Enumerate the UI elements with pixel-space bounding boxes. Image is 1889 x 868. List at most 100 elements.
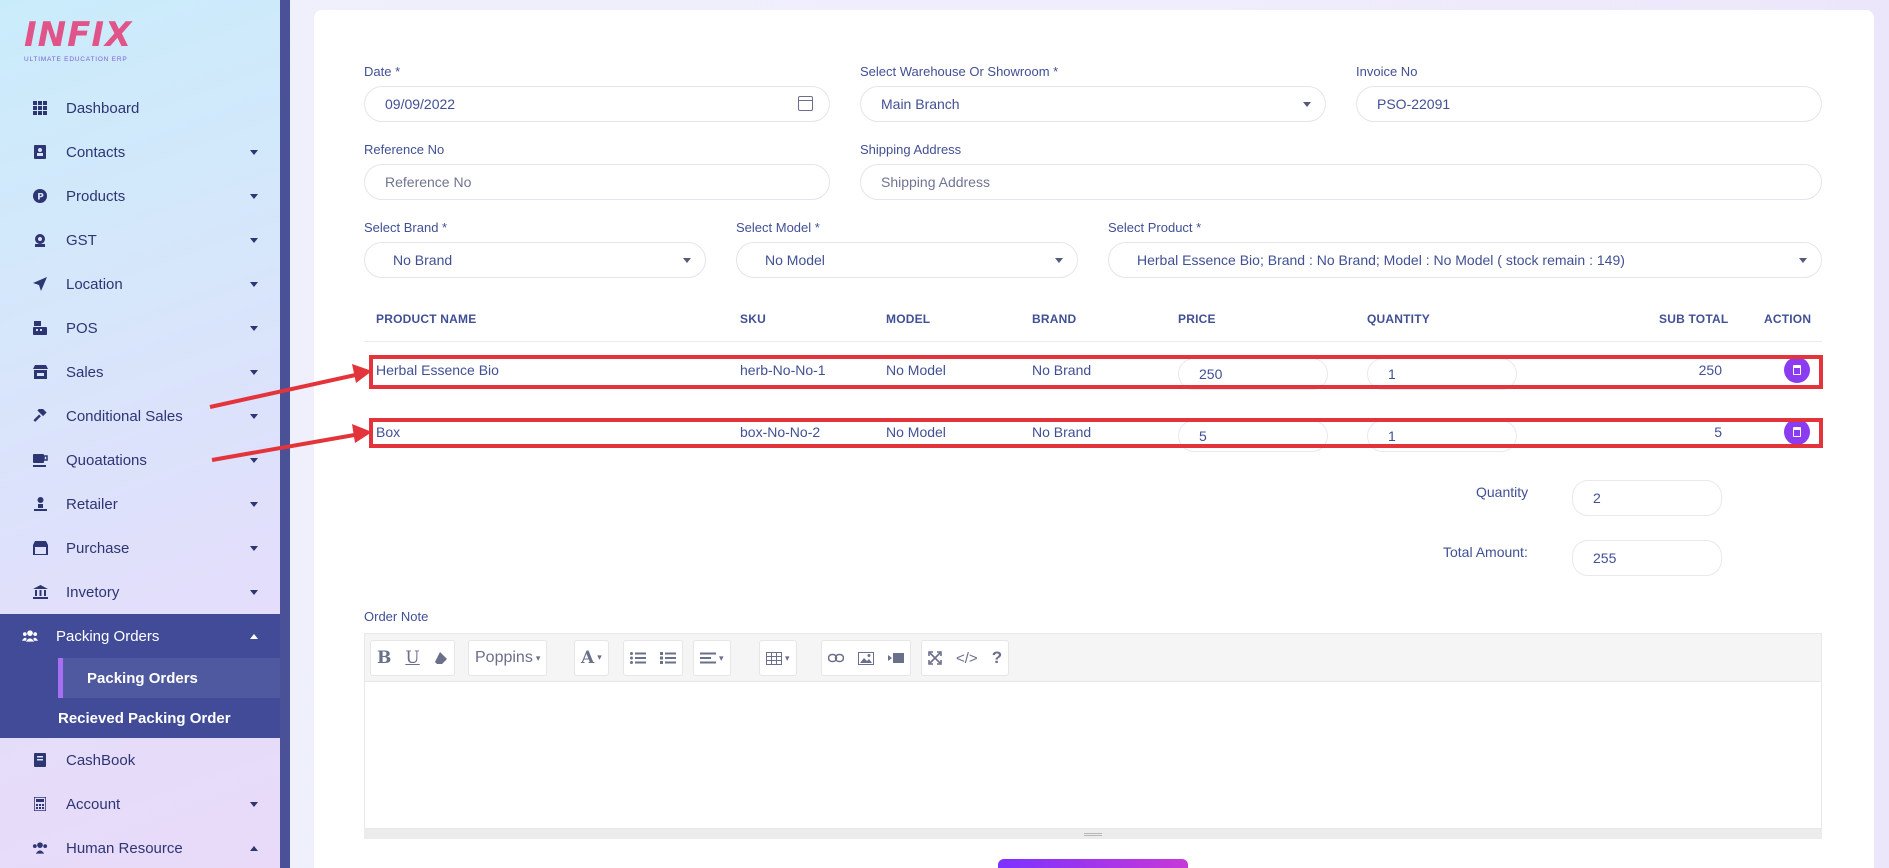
ordered-list-icon[interactable] — [660, 652, 676, 664]
table-header-divider — [364, 341, 1822, 342]
logo-text: INFIX — [24, 15, 133, 55]
code-view-icon[interactable]: </> — [956, 650, 978, 667]
highlight-box — [369, 355, 1823, 389]
sidebar-item-label: Conditional Sales — [66, 407, 183, 425]
font-color-icon[interactable]: A ▾ — [581, 648, 602, 668]
sidebar-item-label: POS — [66, 319, 98, 337]
sidebar-item-contacts[interactable]: Contacts — [0, 130, 280, 174]
sidebar-item-cashbook[interactable]: CashBook — [0, 738, 280, 782]
toolbar-group-view: </> ? — [921, 640, 1010, 676]
calendar-icon[interactable] — [798, 96, 813, 111]
video-icon[interactable] — [888, 653, 904, 663]
sidebar-item-label: Human Resource — [66, 839, 183, 857]
sidebar-item-sales[interactable]: Sales — [0, 350, 280, 394]
sidebar-item-location[interactable]: Location — [0, 262, 280, 306]
sidebar-item-pos[interactable]: POS — [0, 306, 280, 350]
sidebar-item-label: Location — [66, 275, 123, 293]
sidebar-item-gst[interactable]: GST — [0, 218, 280, 262]
calculator-icon — [32, 796, 48, 812]
sidebar-item-label: Products — [66, 187, 126, 205]
table-icon[interactable]: ▾ — [766, 651, 790, 665]
reference-input[interactable]: Reference No — [364, 164, 830, 200]
model-label: Select Model * — [736, 220, 820, 235]
font-color-select[interactable]: A ▾ — [574, 640, 609, 676]
chevron-down-icon — [250, 282, 258, 287]
column-header-price: PRICE — [1178, 312, 1216, 326]
bold-icon[interactable]: B — [377, 648, 391, 668]
users-icon — [32, 840, 48, 856]
sidebar-item-products[interactable]: P Products — [0, 174, 280, 218]
sidebar-item-dashboard[interactable]: Dashboard — [0, 86, 280, 130]
shipping-input[interactable]: Shipping Address — [860, 164, 1822, 200]
gavel-icon — [32, 408, 48, 424]
model-select[interactable]: No Model — [736, 242, 1078, 278]
reference-label: Reference No — [364, 142, 445, 157]
sidebar-subitem-packing-orders[interactable]: Packing Orders — [58, 658, 280, 698]
unordered-list-icon[interactable] — [630, 652, 646, 664]
font-family-value: Poppins ▾ — [475, 649, 541, 666]
sidebar-item-packing-orders[interactable]: Packing Orders — [0, 614, 280, 658]
shipping-placeholder: Shipping Address — [881, 174, 990, 190]
total-amount-field[interactable]: 255 — [1572, 540, 1722, 576]
total-quantity-value: 2 — [1593, 490, 1601, 506]
total-quantity-field[interactable]: 2 — [1572, 480, 1722, 516]
image-icon[interactable] — [858, 651, 874, 665]
grid-icon — [32, 100, 48, 116]
contacts-icon — [32, 144, 48, 160]
sidebar-nav: Dashboard Contacts P Products GST Locati… — [0, 86, 280, 868]
sidebar-item-label: Sales — [66, 363, 104, 381]
editor-resize-handle[interactable] — [364, 829, 1822, 839]
sidebar: INFIX ULTIMATE EDUCATION ERP Dashboard C… — [0, 0, 290, 868]
order-note-editor[interactable] — [364, 681, 1822, 829]
store-icon — [32, 364, 48, 380]
sidebar-item-purchase[interactable]: Purchase — [0, 526, 280, 570]
chevron-down-icon — [683, 258, 691, 263]
chevron-down-icon — [250, 238, 258, 243]
sidebar-item-label: Account — [66, 795, 121, 813]
chevron-down-icon — [250, 546, 258, 551]
chevron-down-icon — [250, 150, 258, 155]
chevron-down-icon — [1303, 102, 1311, 107]
warehouse-select[interactable]: Main Branch — [860, 86, 1326, 122]
sidebar-item-label: Dashboard — [66, 99, 140, 117]
bank-icon — [32, 584, 48, 600]
table-insert-select[interactable]: ▾ — [759, 640, 797, 676]
submit-button[interactable] — [998, 859, 1188, 868]
sidebar-item-invetory[interactable]: Invetory — [0, 570, 280, 614]
underline-icon[interactable]: U — [405, 648, 419, 668]
sidebar-subitem-label: Recieved Packing Order — [58, 709, 231, 727]
svg-text:P: P — [37, 193, 44, 203]
sidebar-item-human-resource[interactable]: Human Resource — [0, 826, 280, 868]
eraser-icon[interactable] — [434, 651, 448, 665]
sidebar-subitem-recieved-packing-order[interactable]: Recieved Packing Order — [0, 698, 280, 738]
warehouse-label: Select Warehouse Or Showroom * — [860, 64, 1059, 79]
font-family-label: Poppins — [475, 649, 533, 666]
date-field[interactable]: 09/09/2022 — [364, 86, 830, 122]
link-icon[interactable] — [828, 653, 844, 663]
product-value: Herbal Essence Bio; Brand : No Brand; Mo… — [1137, 252, 1625, 268]
chevron-down-icon — [250, 458, 258, 463]
help-icon[interactable]: ? — [992, 648, 1002, 668]
shipping-label: Shipping Address — [860, 142, 962, 157]
sidebar-item-retailer[interactable]: Retailer — [0, 482, 280, 526]
sidebar-item-label: Quoatations — [66, 451, 147, 469]
column-header-quantity: QUANTITY — [1367, 312, 1430, 326]
sidebar-subitem-label: Packing Orders — [87, 669, 198, 687]
invoice-field[interactable]: PSO-22091 — [1356, 86, 1822, 122]
sidebar-item-label: CashBook — [66, 751, 136, 769]
logo[interactable]: INFIX ULTIMATE EDUCATION ERP — [24, 16, 134, 64]
sidebar-item-conditional-sales[interactable]: Conditional Sales — [0, 394, 280, 438]
editor-toolbar: B U Poppins ▾ A ▾ ▾ ▾ </> ? — [364, 633, 1822, 681]
column-header-action: ACTION — [1764, 312, 1812, 326]
total-quantity-label: Quantity — [1476, 484, 1529, 500]
product-select[interactable]: Herbal Essence Bio; Brand : No Brand; Mo… — [1108, 242, 1822, 278]
sidebar-item-quoatations[interactable]: Quoatations — [0, 438, 280, 482]
align-icon[interactable]: ▾ — [700, 652, 724, 664]
fullscreen-icon[interactable] — [928, 651, 942, 665]
sidebar-item-label: Contacts — [66, 143, 126, 161]
brand-select[interactable]: No Brand — [364, 242, 706, 278]
sidebar-item-account[interactable]: Account — [0, 782, 280, 826]
paragraph-align-select[interactable]: ▾ — [693, 640, 731, 676]
column-header-sku: SKU — [740, 312, 766, 326]
font-family-select[interactable]: Poppins ▾ — [468, 640, 548, 676]
